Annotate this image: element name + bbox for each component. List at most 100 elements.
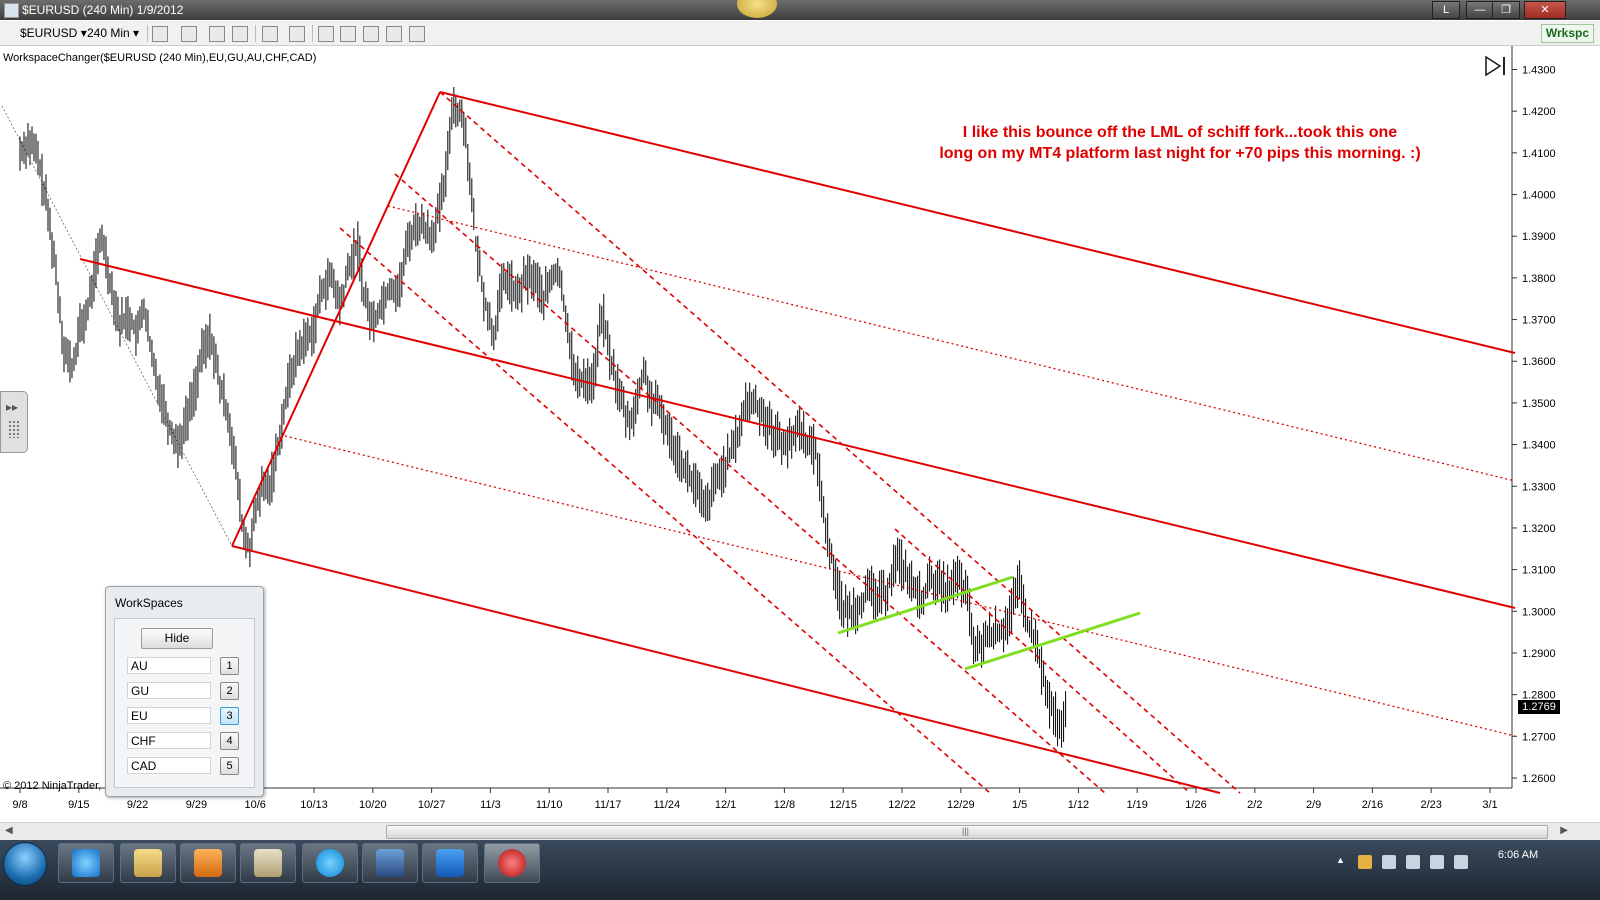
chart-toolbar: $EURUSD ▾ 240 Min ▾ Wrkspc [0,21,1600,46]
start-button[interactable] [3,842,47,886]
taskbar-app-z[interactable] [422,843,478,883]
channel-dashed-line [439,91,1241,794]
y-tick-label: 1.4200 [1522,106,1556,118]
annotation-line: long on my MT4 platform last night for +… [939,145,1421,162]
interval-selector[interactable]: 240 Min ▾ [87,25,139,41]
last-price-marker: 1.2769 [1518,700,1560,714]
x-tick-label: 10/20 [359,799,387,811]
crosshair-icon[interactable] [262,26,278,42]
properties-icon[interactable] [363,26,379,42]
templates-icon[interactable] [409,26,425,42]
tray-app-icon[interactable] [1358,855,1372,869]
x-tick-label: 11/10 [536,799,563,811]
volume-icon[interactable] [1454,855,1468,869]
data-box-icon[interactable] [318,26,334,42]
workspace-name-field[interactable]: AU [127,657,211,674]
expand-arrows-icon: ▸▸ [6,400,19,414]
workspace-button[interactable]: Wrkspc [1540,24,1594,43]
taskbar-clock[interactable]: 6:06 AM [1488,849,1548,862]
workspaces-title: WorkSpaces [115,596,183,610]
workspace-switch-button-active[interactable]: 3 [220,707,239,725]
chart-horizontal-scrollbar[interactable]: ◀ ||| ▶ [0,822,1600,840]
z-app-icon [436,849,464,877]
x-tick-label: 2/2 [1247,799,1262,811]
taskbar-internet-explorer[interactable] [58,843,114,883]
chart-annotation-text[interactable]: I like this bounce off the LML of schiff… [920,122,1440,164]
windows-taskbar: ▲ 6:06 AM [0,840,1600,900]
scrollbar-thumb[interactable]: ||| [386,825,1548,839]
folder-icon [134,849,162,877]
instrument-selector[interactable]: $EURUSD ▾ [20,25,87,41]
x-tick-label: 11/3 [480,799,501,811]
x-tick-label: 2/23 [1420,799,1441,811]
hide-button[interactable]: Hide [141,628,213,649]
taskbar-app[interactable] [240,843,296,883]
y-tick-label: 1.4000 [1522,190,1556,202]
x-tick-label: 12/1 [715,799,736,811]
x-tick-label: 9/29 [186,799,207,811]
x-tick-label: 12/29 [947,799,975,811]
taskbar-ninjatrader[interactable] [484,843,540,883]
chart-trader-side-tab[interactable]: ▸▸ [0,391,28,453]
strategy-icon[interactable] [209,26,225,42]
money-icon[interactable] [386,26,402,42]
x-tick-label: 10/13 [300,799,328,811]
taskbar-mt4[interactable] [362,843,418,883]
workspace-switch-button[interactable]: 1 [220,657,239,675]
taskbar-explorer[interactable] [120,843,176,883]
y-tick-label: 1.4300 [1522,65,1556,77]
workspace-switch-button[interactable]: 2 [220,682,239,700]
y-tick-label: 1.3700 [1522,315,1556,327]
workspace-name-field[interactable]: EU [127,707,211,724]
workspace-name-field[interactable]: CAD [127,757,211,774]
battery-icon[interactable] [1430,855,1444,869]
chart-trader-icon[interactable] [340,26,356,42]
top-orb-decoration [737,0,777,18]
x-tick-label: 10/27 [418,799,446,811]
y-tick-label: 1.3400 [1522,440,1556,452]
mt4-icon [376,849,404,877]
drawing-pencil-icon[interactable] [181,26,197,42]
network-signal-icon[interactable] [1382,855,1396,869]
minimize-button[interactable]: — [1466,1,1494,19]
indicator-label: WorkspaceChanger($EURUSD (240 Min),EU,GU… [3,52,317,64]
y-tick-label: 1.3000 [1522,606,1556,618]
chevron-down-icon: ▾ [80,26,87,40]
x-tick-label: 12/15 [829,799,857,811]
close-button[interactable]: ✕ [1524,1,1566,19]
ie-icon [72,849,100,877]
scroll-right-arrow-icon[interactable]: ▶ [1560,825,1568,836]
taskbar-skype[interactable] [302,843,358,883]
annotation-line: I like this bounce off the LML of schiff… [962,124,1398,141]
ninjatrader-icon [498,849,526,877]
bar-type-icon[interactable] [152,26,168,42]
window-title: $EURUSD (240 Min) 1/9/2012 [22,3,184,17]
workspace-name-field[interactable]: CHF [127,732,211,749]
y-tick-label: 1.2900 [1522,648,1556,660]
show-hidden-icons-icon[interactable]: ▲ [1336,855,1345,869]
workspace-switch-button[interactable]: 5 [220,757,239,775]
workspace-switch-button[interactable]: 4 [220,732,239,750]
y-tick-label: 1.3900 [1522,231,1556,243]
grey-trendline [1,105,233,547]
taskbar-media-player[interactable] [180,843,236,883]
x-tick-label: 2/16 [1362,799,1383,811]
y-tick-label: 1.3300 [1522,481,1556,493]
workspace-name-field[interactable]: GU [127,682,211,699]
x-tick-label: 9/8 [12,799,27,811]
scroll-to-end-icon[interactable] [1483,54,1509,78]
scroll-left-arrow-icon[interactable]: ◀ [5,825,13,836]
flag-icon[interactable] [1406,855,1420,869]
maximize-button[interactable]: ❐ [1492,1,1520,19]
pitchfork-median-line [79,258,1516,609]
x-tick-label: 2/9 [1306,799,1321,811]
chart-window-icon [4,3,19,18]
link-button[interactable]: L [1432,1,1460,19]
indicator-icon[interactable] [232,26,248,42]
x-tick-label: 1/26 [1185,799,1206,811]
chart-panel[interactable]: 1.4300 1.4200 1.4100 1.4000 1.3900 1.3800 1.37… [0,46,1600,822]
y-tick-label: 1.2700 [1522,731,1556,743]
zoom-icon[interactable] [289,26,305,42]
y-tick-label: 1.4100 [1522,148,1556,160]
x-tick-label: 9/15 [68,799,89,811]
